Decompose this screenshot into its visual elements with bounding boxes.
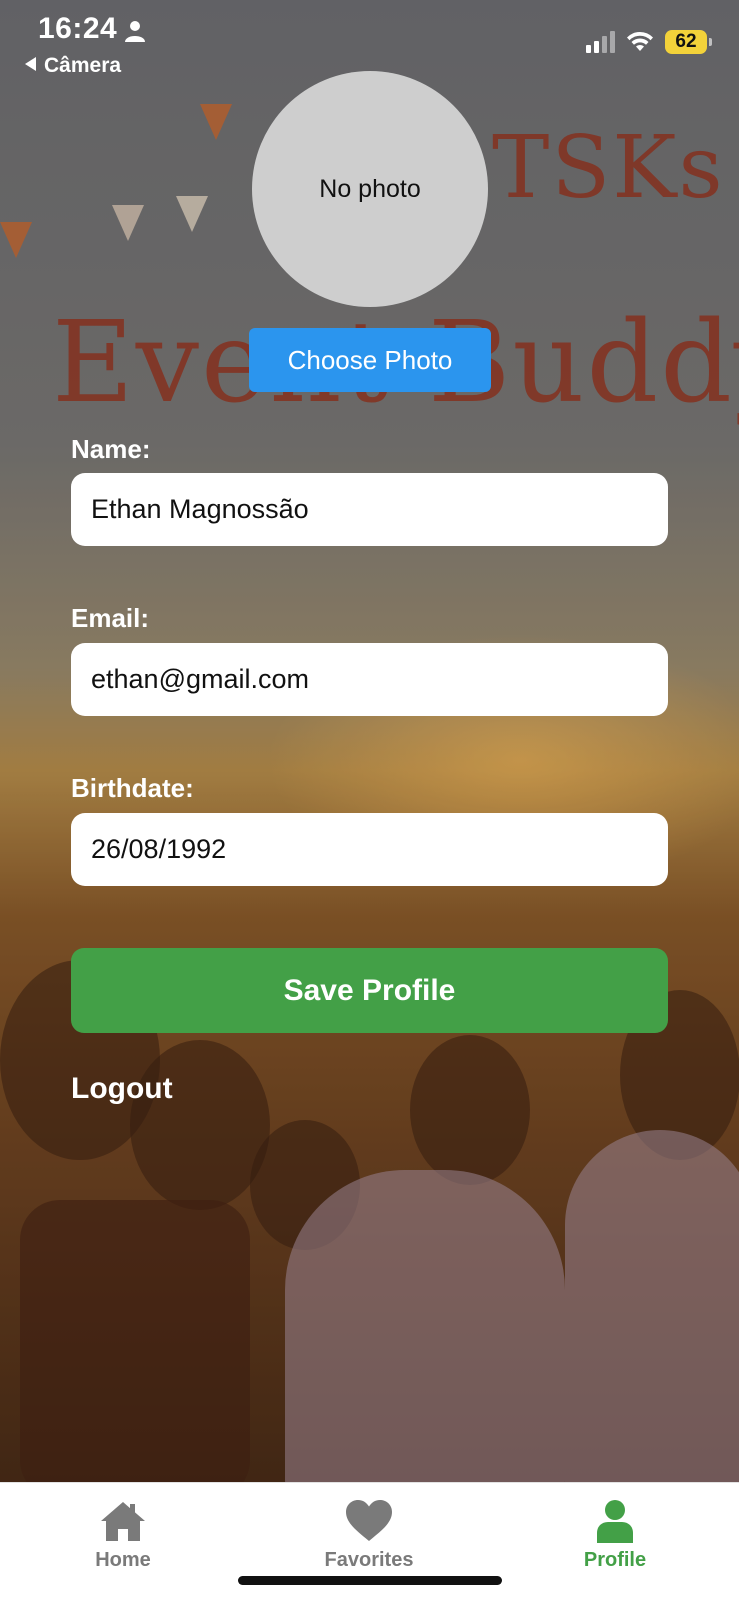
tab-favorites-label: Favorites	[324, 1549, 414, 1571]
email-label: Email:	[71, 603, 150, 633]
tab-home-label: Home	[95, 1549, 151, 1571]
name-label: Name:	[71, 434, 151, 464]
home-icon	[101, 1502, 145, 1541]
person-status-icon	[125, 21, 145, 42]
name-field[interactable]	[71, 473, 668, 546]
tab-home[interactable]: Home	[0, 1483, 246, 1583]
heart-icon	[346, 1500, 392, 1541]
birthdate-field[interactable]	[71, 813, 668, 886]
status-indicators: 62	[586, 30, 712, 54]
back-label: Câmera	[44, 54, 122, 77]
home-indicator	[238, 1576, 502, 1585]
wifi-icon	[627, 31, 653, 51]
cellular-signal-icon	[586, 31, 615, 53]
back-arrow-icon	[25, 57, 36, 71]
battery-icon: 62	[665, 30, 712, 54]
no-photo-text: No photo	[319, 174, 421, 203]
email-field[interactable]	[71, 643, 668, 716]
logout-button[interactable]: Logout	[71, 1072, 173, 1106]
back-to-camera-link[interactable]: Câmera	[25, 54, 121, 78]
battery-level: 62	[675, 31, 697, 52]
birthdate-label: Birthdate:	[71, 773, 194, 803]
profile-photo-placeholder: No photo	[252, 71, 488, 307]
tab-profile-label: Profile	[583, 1549, 647, 1571]
person-icon	[597, 1500, 633, 1543]
status-time: 16:24	[38, 12, 118, 45]
profile-screen: TSKs Event Buddy 16:24 Câmera 62	[0, 0, 739, 1600]
tab-profile[interactable]: Profile	[492, 1483, 738, 1583]
tab-favorites[interactable]: Favorites	[246, 1483, 492, 1583]
save-profile-button[interactable]: Save Profile	[71, 948, 668, 1033]
choose-photo-button[interactable]: Choose Photo	[249, 328, 491, 392]
